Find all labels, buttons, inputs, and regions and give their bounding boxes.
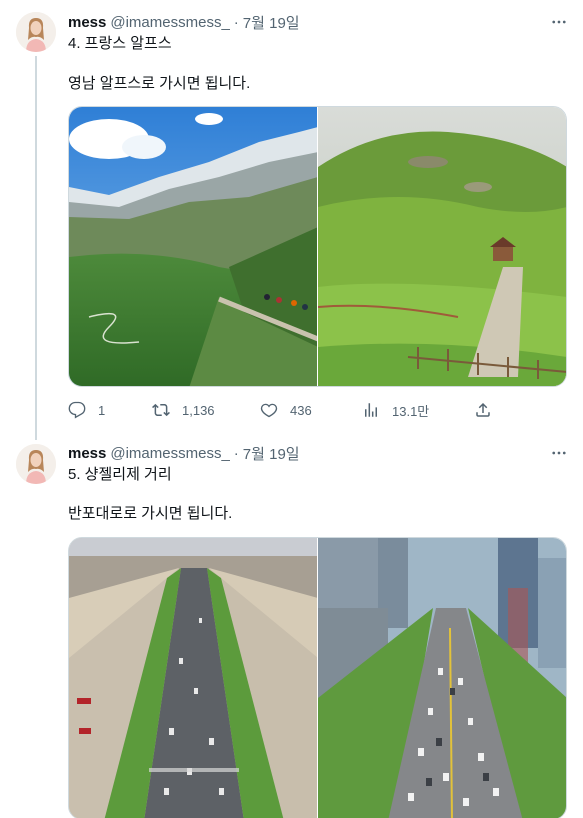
more-icon[interactable] bbox=[549, 443, 569, 463]
more-icon[interactable] bbox=[549, 12, 569, 32]
photo-banpo-daero[interactable] bbox=[318, 538, 566, 818]
reply-button[interactable]: 1 bbox=[68, 400, 105, 420]
tweet-text-line1: 4. 프랑스 알프스 bbox=[68, 35, 172, 52]
retweet-icon bbox=[152, 403, 170, 417]
avatar[interactable] bbox=[16, 444, 56, 484]
share-icon bbox=[476, 402, 490, 417]
reply-count: 1 bbox=[98, 402, 106, 418]
tweet-date[interactable]: 7월 19일 bbox=[243, 12, 300, 33]
view-count: 13.1만 bbox=[392, 403, 430, 419]
tweet-header: mess @imamessmess_ · 7월 19일 bbox=[68, 443, 300, 463]
user-handle[interactable]: @imamessmess_ bbox=[110, 14, 229, 31]
tweet-text-line2: 반포대로로 가시면 됩니다. bbox=[68, 505, 233, 522]
action-bar: 1 1,136 436 13.1만 bbox=[68, 400, 498, 420]
tweet-date[interactable]: 7월 19일 bbox=[243, 443, 300, 464]
retweet-count: 1,136 bbox=[182, 402, 215, 418]
media-grid[interactable] bbox=[68, 537, 567, 818]
media-grid[interactable] bbox=[68, 106, 567, 387]
reply-icon bbox=[68, 401, 86, 419]
tweet[interactable]: mess @imamessmess_ · 7월 19일 5. 샹젤리제 거리 반… bbox=[0, 440, 583, 818]
tweet-text-line1: 5. 샹젤리제 거리 bbox=[68, 466, 172, 483]
separator-dot: · bbox=[233, 444, 239, 462]
tweet-text-line2: 영남 알프스로 가시면 됩니다. bbox=[68, 75, 251, 92]
photo-french-alps[interactable] bbox=[69, 107, 317, 386]
separator-dot: · bbox=[233, 13, 239, 31]
display-name[interactable]: mess bbox=[68, 14, 106, 31]
tweet[interactable]: mess @imamessmess_ · 7월 19일 4. 프랑스 알프스 영… bbox=[0, 0, 583, 440]
retweet-button[interactable]: 1,136 bbox=[152, 400, 215, 420]
photo-yeongnam-alps[interactable] bbox=[318, 107, 566, 386]
tweet-header: mess @imamessmess_ · 7월 19일 bbox=[68, 12, 300, 32]
avatar[interactable] bbox=[16, 12, 56, 52]
like-button[interactable]: 436 bbox=[260, 400, 312, 420]
views-icon bbox=[365, 403, 377, 417]
share-button[interactable] bbox=[474, 400, 492, 420]
photo-champs-elysees[interactable] bbox=[69, 538, 317, 818]
user-handle[interactable]: @imamessmess_ bbox=[110, 445, 229, 462]
views-button[interactable]: 13.1만 bbox=[362, 400, 429, 420]
display-name[interactable]: mess bbox=[68, 445, 106, 462]
heart-icon bbox=[260, 403, 278, 418]
like-count: 436 bbox=[290, 402, 312, 418]
